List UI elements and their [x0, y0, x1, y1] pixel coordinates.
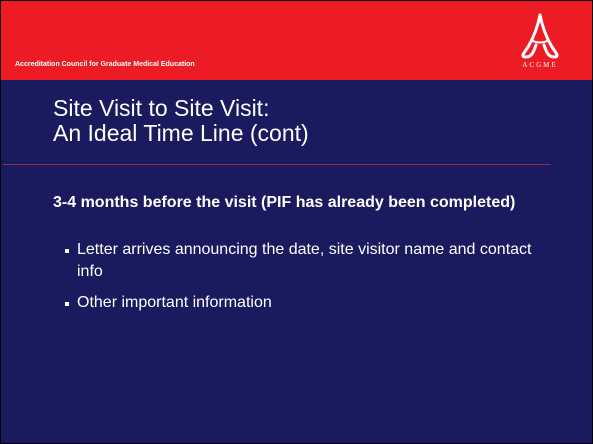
title-divider — [3, 164, 551, 165]
bullet-text: Other important information — [77, 294, 272, 311]
title-line-1: Site Visit to Site Visit: — [53, 95, 270, 121]
bullet-text: Letter arrives announcing the date, site… — [77, 241, 532, 280]
bullet-square-icon — [65, 302, 69, 306]
header-band: Accreditation Council for Graduate Medic… — [1, 1, 592, 80]
slide-title: Site Visit to Site Visit: An Ideal Time … — [53, 96, 573, 146]
organization-name: Accreditation Council for Graduate Medic… — [15, 61, 195, 68]
acgme-logo: ACGME — [512, 11, 568, 71]
title-line-2: An Ideal Time Line (cont) — [53, 120, 309, 146]
logo-text: ACGME — [522, 61, 558, 69]
list-item: Other important information — [65, 292, 555, 314]
timeline-subheading: 3-4 months before the visit (PIF has alr… — [53, 194, 516, 211]
bullet-list: Letter arrives announcing the date, site… — [65, 239, 555, 323]
bullet-square-icon — [65, 249, 69, 253]
list-item: Letter arrives announcing the date, site… — [65, 239, 555, 283]
slide: Accreditation Council for Graduate Medic… — [0, 0, 593, 444]
acgme-logo-icon — [521, 13, 559, 59]
